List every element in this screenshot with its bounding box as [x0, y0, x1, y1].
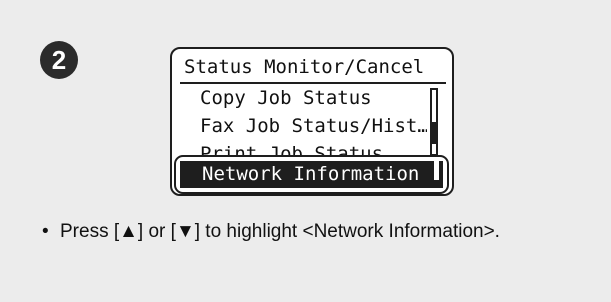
selected-item-highlight-frame: Network Information [174, 155, 449, 194]
step-number-badge: 2 [40, 41, 78, 79]
lcd-scrollbar-thumb[interactable] [432, 122, 436, 144]
lcd-menu-title: Status Monitor/Cancel [184, 56, 425, 78]
menu-item-network-information[interactable]: Network Information [180, 161, 443, 188]
menu-item-fax-job-status[interactable]: Fax Job Status/Hist… [172, 112, 427, 140]
selected-scroll-indicator [434, 161, 439, 180]
instruction-body: Press [▲] or [▼] to highlight <Network I… [60, 221, 500, 242]
lcd-menu-list: Copy Job Status Fax Job Status/Hist… Pri… [172, 84, 427, 160]
instruction-panel: 2 Status Monitor/Cancel Copy Job Status … [0, 0, 611, 302]
bullet-icon: • [42, 221, 49, 242]
lcd-scrollbar[interactable] [430, 88, 438, 156]
menu-item-copy-job-status[interactable]: Copy Job Status [172, 84, 427, 112]
instruction-text: • Press [▲] or [▼] to highlight <Network… [42, 219, 560, 245]
